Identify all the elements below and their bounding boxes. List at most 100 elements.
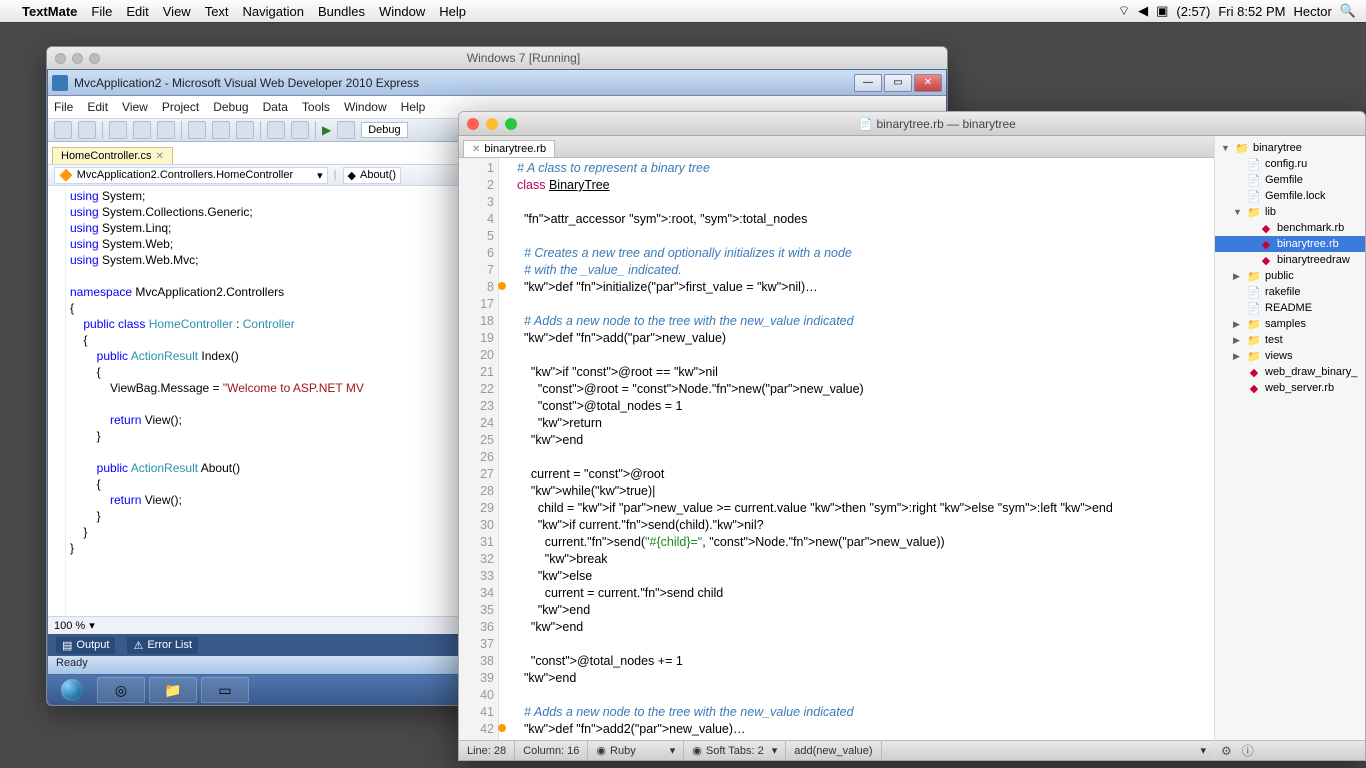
textmate-window: 📄 binarytree.rb — binarytree ✕ binarytre… bbox=[458, 111, 1366, 761]
drawer-item[interactable]: ▼📁lib bbox=[1215, 204, 1365, 220]
vs-menu-edit[interactable]: Edit bbox=[87, 100, 108, 114]
redo-icon[interactable] bbox=[291, 121, 309, 139]
tab-close-icon[interactable]: ✕ bbox=[155, 151, 163, 162]
tm-editor[interactable]: 1234567817181920212223242526272829303132… bbox=[459, 158, 1214, 740]
task-vs[interactable]: ▭ bbox=[201, 677, 249, 703]
zoom-dropdown[interactable]: 100 % bbox=[54, 620, 85, 632]
menu-help[interactable]: Help bbox=[439, 4, 466, 19]
traffic-zoom-icon[interactable] bbox=[505, 118, 517, 130]
browser-icon[interactable] bbox=[337, 121, 355, 139]
vs-menu-tools[interactable]: Tools bbox=[302, 100, 330, 114]
vs-app-icon bbox=[52, 75, 68, 91]
drawer-root[interactable]: ▼📁binarytree bbox=[1215, 140, 1365, 156]
minimize-button[interactable]: — bbox=[854, 74, 882, 92]
paste-icon[interactable] bbox=[236, 121, 254, 139]
drawer-item[interactable]: ◆binarytreedraw bbox=[1215, 252, 1365, 268]
drawer-item[interactable]: ◆benchmark.rb bbox=[1215, 220, 1365, 236]
method-icon: ◆ bbox=[348, 169, 356, 182]
drawer-item[interactable]: 📄Gemfile.lock bbox=[1215, 188, 1365, 204]
menu-view[interactable]: View bbox=[163, 4, 191, 19]
vs-menu-file[interactable]: File bbox=[54, 100, 73, 114]
run-icon[interactable]: ▶ bbox=[322, 123, 331, 137]
drawer-item[interactable]: ▶📁public bbox=[1215, 268, 1365, 284]
drawer-item[interactable]: ▶📁views bbox=[1215, 348, 1365, 364]
drawer-item[interactable]: 📄README bbox=[1215, 300, 1365, 316]
task-explorer[interactable]: 📁 bbox=[149, 677, 197, 703]
doc-icon: 📄 bbox=[858, 117, 873, 131]
undo-icon[interactable] bbox=[267, 121, 285, 139]
tab-close-icon[interactable]: ✕ bbox=[472, 144, 480, 155]
vm-title: Windows 7 [Running] bbox=[100, 51, 947, 65]
vs-tab-homecontroller[interactable]: HomeController.cs ✕ bbox=[52, 147, 173, 164]
menu-text[interactable]: Text bbox=[205, 4, 229, 19]
traffic-min-icon[interactable] bbox=[486, 118, 498, 130]
status-language[interactable]: ◉Ruby▾ bbox=[588, 741, 684, 760]
wifi-icon[interactable]: ⌔ bbox=[1118, 3, 1130, 19]
drawer-item[interactable]: 📄rakefile bbox=[1215, 284, 1365, 300]
app-name[interactable]: TextMate bbox=[22, 4, 77, 19]
menu-file[interactable]: File bbox=[91, 4, 112, 19]
status-column[interactable]: Column: 16 bbox=[515, 741, 588, 760]
save-icon[interactable] bbox=[133, 121, 151, 139]
drawer-info-icon[interactable]: ⓘ bbox=[1242, 742, 1254, 759]
drawer-item[interactable]: 📄config.ru bbox=[1215, 156, 1365, 172]
status-tabs[interactable]: ◉Soft Tabs: 2▾ bbox=[684, 741, 786, 760]
menu-bundles[interactable]: Bundles bbox=[318, 4, 365, 19]
drawer-item[interactable]: ◆web_draw_binary_ bbox=[1215, 364, 1365, 380]
vs-class-dropdown[interactable]: 🔶 MvcApplication2.Controllers.HomeContro… bbox=[54, 167, 328, 184]
close-button[interactable]: ✕ bbox=[914, 74, 942, 92]
vs-menu-help[interactable]: Help bbox=[401, 100, 426, 114]
vs-titlebar[interactable]: MvcApplication2 - Microsoft Visual Web D… bbox=[48, 70, 946, 96]
open-icon[interactable] bbox=[109, 121, 127, 139]
vs-menu-window[interactable]: Window bbox=[344, 100, 387, 114]
traffic-close-icon[interactable] bbox=[467, 118, 479, 130]
start-button[interactable] bbox=[51, 677, 93, 703]
battery-time: (2:57) bbox=[1176, 4, 1210, 19]
clock[interactable]: Fri 8:52 PM bbox=[1218, 4, 1285, 19]
drawer-action-icon[interactable]: ⚙ bbox=[1221, 744, 1232, 758]
vs-title: MvcApplication2 - Microsoft Visual Web D… bbox=[74, 76, 854, 90]
tm-titlebar[interactable]: 📄 binarytree.rb — binarytree bbox=[459, 112, 1365, 136]
new-project-icon[interactable] bbox=[54, 121, 72, 139]
tm-tabstrip: ✕ binarytree.rb bbox=[459, 136, 1214, 158]
save-all-icon[interactable] bbox=[157, 121, 175, 139]
vs-menu-project[interactable]: Project bbox=[162, 100, 199, 114]
vs-menu-debug[interactable]: Debug bbox=[213, 100, 248, 114]
maximize-button[interactable]: ▭ bbox=[884, 74, 912, 92]
menu-edit[interactable]: Edit bbox=[126, 4, 148, 19]
cut-icon[interactable] bbox=[188, 121, 206, 139]
tm-title: binarytree.rb — binarytree bbox=[876, 117, 1015, 131]
status-symbol[interactable]: add(new_value) bbox=[786, 741, 881, 760]
tab-label: HomeController.cs bbox=[61, 150, 151, 162]
vm-titlebar[interactable]: Windows 7 [Running] bbox=[47, 47, 947, 69]
battery-icon[interactable]: ▣ bbox=[1156, 3, 1168, 19]
output-panel-button[interactable]: ▤Output bbox=[56, 637, 115, 654]
mac-menubar: TextMate File Edit View Text Navigation … bbox=[0, 0, 1366, 22]
copy-icon[interactable] bbox=[212, 121, 230, 139]
vs-menu-data[interactable]: Data bbox=[263, 100, 288, 114]
error-list-button[interactable]: ⚠Error List bbox=[127, 637, 198, 654]
user-name[interactable]: Hector bbox=[1294, 4, 1332, 19]
tm-gutter: 1234567817181920212223242526272829303132… bbox=[459, 158, 499, 740]
tab-label: binarytree.rb bbox=[484, 143, 546, 155]
add-item-icon[interactable] bbox=[78, 121, 96, 139]
vs-menu-view[interactable]: View bbox=[122, 100, 148, 114]
project-drawer[interactable]: ▼📁binarytree📄config.ru📄Gemfile📄Gemfile.l… bbox=[1215, 136, 1365, 740]
drawer-item[interactable]: 📄Gemfile bbox=[1215, 172, 1365, 188]
volume-icon[interactable]: ◀ bbox=[1138, 3, 1148, 19]
config-dropdown[interactable]: Debug bbox=[361, 122, 407, 138]
drawer-item[interactable]: ▶📁test bbox=[1215, 332, 1365, 348]
drawer-item[interactable]: ◆web_server.rb bbox=[1215, 380, 1365, 396]
task-chrome[interactable]: ◎ bbox=[97, 677, 145, 703]
status-menu-icon[interactable]: ▾ bbox=[1192, 741, 1214, 760]
tm-tab-binarytree[interactable]: ✕ binarytree.rb bbox=[463, 140, 555, 157]
tm-source[interactable]: # A class to represent a binary treeclas… bbox=[499, 158, 1214, 740]
status-line[interactable]: Line: 28 bbox=[459, 741, 515, 760]
drawer-item[interactable]: ◆binarytree.rb bbox=[1215, 236, 1365, 252]
drawer-item[interactable]: ▶📁samples bbox=[1215, 316, 1365, 332]
vs-outline-gutter bbox=[48, 186, 66, 616]
menu-navigation[interactable]: Navigation bbox=[243, 4, 304, 19]
spotlight-icon[interactable]: 🔍 bbox=[1340, 3, 1356, 19]
vs-member-dropdown[interactable]: ◆ About() bbox=[343, 167, 402, 184]
menu-window[interactable]: Window bbox=[379, 4, 425, 19]
